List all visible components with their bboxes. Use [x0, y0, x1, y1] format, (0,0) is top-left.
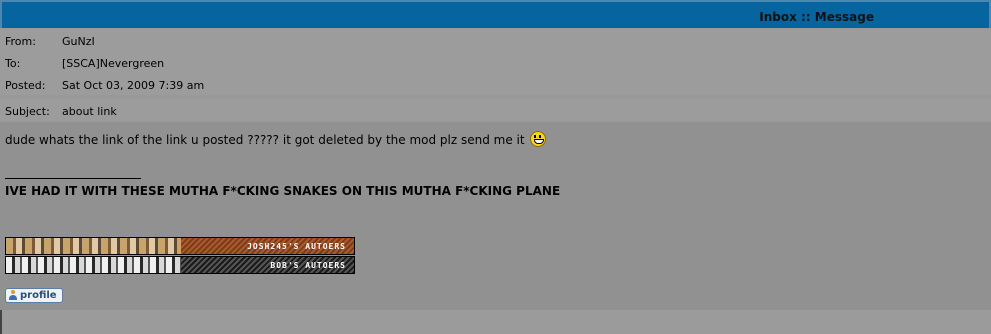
smiley-icon	[530, 131, 547, 147]
page-title: Inbox :: Message	[759, 10, 874, 24]
from-label: From:	[5, 35, 36, 48]
from-row: From: GuNzI	[0, 29, 991, 51]
message-body-area	[0, 122, 991, 310]
banner-label: BOB'S AUTOERS	[181, 257, 354, 273]
bottom-bar	[0, 310, 991, 334]
title-bar: Inbox :: Message	[0, 0, 991, 28]
profile-icon	[8, 290, 18, 301]
from-value: GuNzI	[62, 35, 95, 48]
posted-row: Posted: Sat Oct 03, 2009 7:39 am	[0, 73, 991, 95]
signature-divider	[5, 178, 141, 179]
message-text: dude whats the link of the link u posted…	[5, 133, 525, 147]
to-label: To:	[5, 57, 21, 70]
message-body: dude whats the link of the link u posted…	[5, 131, 547, 147]
to-row: To: [SSCA]Nevergreen	[0, 51, 991, 73]
subject-value: about link	[62, 105, 117, 118]
signature-banner-josh[interactable]: JOSH245'S AUTOERS	[5, 237, 355, 255]
banner-label: JOSH245'S AUTOERS	[181, 238, 354, 254]
to-value: [SSCA]Nevergreen	[62, 57, 165, 70]
subject-label: Subject:	[5, 105, 50, 118]
signature-text: IVE HAD IT WITH THESE MUTHA F*CKING SNAK…	[5, 184, 561, 198]
signature-banner-bob[interactable]: BOB'S AUTOERS	[5, 256, 355, 274]
posted-value: Sat Oct 03, 2009 7:39 am	[62, 79, 205, 92]
posted-label: Posted:	[5, 79, 46, 92]
profile-label: profile	[20, 290, 57, 301]
subject-row: Subject: about link	[0, 99, 991, 121]
profile-button[interactable]: profile	[5, 288, 63, 303]
banner-image	[6, 257, 181, 273]
title-bar-inner: Inbox :: Message	[2, 2, 989, 28]
banner-image	[6, 238, 181, 254]
